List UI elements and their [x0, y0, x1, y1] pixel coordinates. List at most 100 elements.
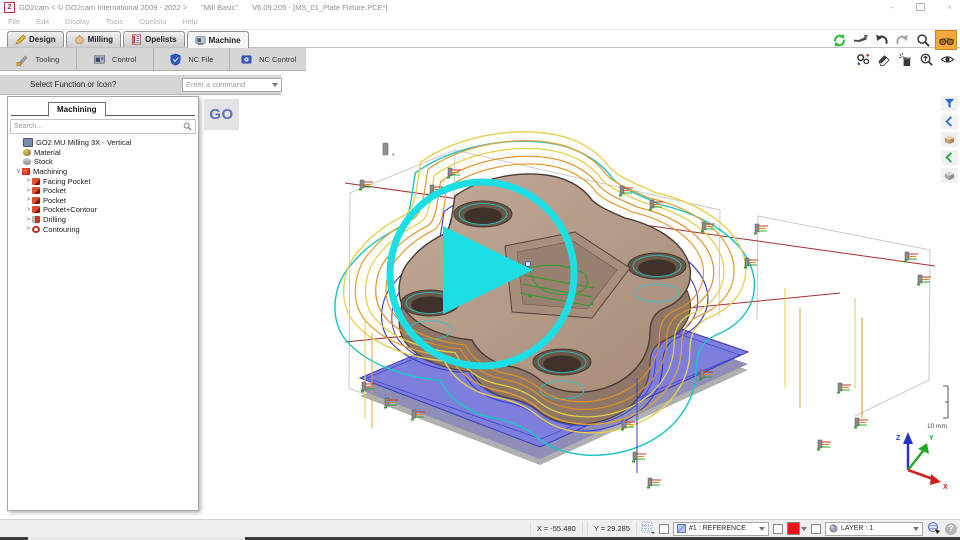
menu-edit[interactable]: Edit: [28, 17, 57, 26]
nc-file-icon: [169, 53, 182, 66]
tree-item-pocket-2[interactable]: >Pocket: [10, 196, 196, 206]
color-swatch[interactable]: [787, 522, 800, 535]
nc-file-button[interactable]: NC File: [154, 48, 231, 70]
expander-icon[interactable]: v: [15, 169, 22, 175]
expander-icon[interactable]: >: [25, 226, 32, 232]
tree-item-machining[interactable]: v Machining: [10, 167, 196, 177]
expander-icon[interactable]: >: [25, 178, 32, 184]
refresh-icon[interactable]: [830, 32, 849, 49]
tab-opelists[interactable]: Opelists: [123, 31, 185, 47]
redo-icon[interactable]: [893, 32, 912, 49]
tool-label: NC Control: [259, 55, 296, 64]
tree-item-pocket-contour[interactable]: > Pocket+Contour: [10, 205, 196, 215]
search-icon: [183, 122, 192, 131]
control-button[interactable]: Control: [77, 48, 154, 70]
nc-control-button[interactable]: NC Control: [230, 48, 306, 70]
tree-item-label: Pocket+Contour: [43, 205, 97, 214]
chevron-down-icon: [801, 527, 807, 531]
tree-item-contouring[interactable]: > Contouring: [10, 224, 196, 234]
status-bar: X =-55.480 Y =29.285 #1 : REFERENCE LAYE…: [0, 519, 960, 537]
tool-note-label: x: [392, 152, 395, 158]
tooling-icon: [16, 53, 29, 66]
caliper-icon[interactable]: [851, 32, 870, 49]
clean-icon[interactable]: [896, 51, 915, 68]
tab-label: Opelists: [145, 35, 177, 44]
tree-item-stock[interactable]: Stock: [10, 157, 196, 167]
chevron-down-icon: [272, 83, 278, 87]
opelists-icon: [131, 34, 142, 45]
zoom-fit-icon[interactable]: [917, 51, 936, 68]
zoom-icon[interactable]: [914, 32, 933, 49]
tree-item-machine[interactable]: GO2 MU Milling 3X - Vertical: [10, 138, 196, 148]
machining-tree: GO2 MU Milling 3X - Vertical Material St…: [10, 138, 196, 234]
axis-y-label: Y: [929, 435, 934, 442]
reference-checkbox[interactable]: [773, 524, 783, 534]
tree-item-label: Stock: [34, 157, 53, 166]
view-sphere-icon[interactable]: [927, 521, 941, 537]
expander-icon[interactable]: >: [25, 217, 32, 223]
collapse-green-icon[interactable]: [941, 150, 958, 165]
menu-file[interactable]: File: [0, 17, 28, 26]
tree-item-pocket-1[interactable]: > Pocket: [10, 186, 196, 196]
menu-tools[interactable]: Tools: [98, 17, 132, 26]
layer-select[interactable]: LAYER : 1: [825, 522, 923, 536]
undo-icon[interactable]: [872, 32, 891, 49]
chevron-down-icon: [759, 527, 765, 531]
axis-x-label: X: [943, 484, 948, 491]
tree-item-label: Contouring: [43, 225, 80, 234]
reference-value: #1 : REFERENCE: [689, 525, 756, 532]
tree-item-drilling[interactable]: >Drilling: [10, 215, 196, 225]
solid-view-icon[interactable]: [941, 132, 958, 147]
milling-icon: [74, 34, 85, 45]
tree-item-label: Pocket: [43, 186, 66, 195]
chevron-down-icon: [913, 527, 919, 531]
close-button[interactable]: ×: [947, 3, 952, 12]
tab-machining-panel[interactable]: Machining: [48, 102, 106, 117]
tool-label: Tooling: [35, 55, 59, 64]
expander-icon[interactable]: >: [25, 188, 32, 194]
tab-design[interactable]: Design: [7, 31, 64, 47]
maximize-button[interactable]: [916, 3, 925, 11]
pocket-icon: [32, 197, 40, 204]
collapse-blue-icon[interactable]: [941, 114, 958, 129]
tab-milling[interactable]: Milling: [66, 31, 121, 47]
layer-checkbox[interactable]: [811, 524, 821, 534]
menu-display[interactable]: Display: [57, 17, 98, 26]
contouring-icon: [32, 226, 40, 233]
go-logo-button[interactable]: GO: [204, 99, 239, 130]
scale-ruler: 10 mm: [927, 386, 948, 430]
tooling-button[interactable]: Tooling: [0, 48, 77, 70]
reference-icon: [677, 524, 686, 533]
reference-select[interactable]: #1 : REFERENCE: [673, 522, 769, 536]
color-picker[interactable]: [787, 522, 807, 535]
y-value: 29.285: [607, 524, 630, 533]
tree-item-facing-pocket[interactable]: >Facing Pocket: [10, 176, 196, 186]
filter-icon[interactable]: [941, 96, 958, 111]
grid-checkbox[interactable]: [659, 524, 669, 534]
tree-item-label: Material: [34, 148, 61, 157]
search-input[interactable]: Search...: [10, 119, 196, 134]
design-icon: [15, 34, 26, 45]
tree-item-label: GO2 MU Milling 3X - Vertical: [36, 138, 131, 147]
expander-icon[interactable]: >: [25, 207, 32, 213]
tree-item-material[interactable]: Material: [10, 148, 196, 158]
view-toolbar: [854, 51, 957, 68]
menu-opelists[interactable]: Opelists: [131, 17, 174, 26]
expander-icon[interactable]: >: [25, 197, 32, 203]
stock-view-icon[interactable]: [941, 168, 958, 183]
tab-machine[interactable]: Machine: [187, 31, 249, 48]
command-label: Select Function or Icon?: [30, 80, 116, 89]
viewport-canvas[interactable]: x 10 mm Z Y X: [200, 88, 958, 518]
search-placeholder: Search...: [14, 123, 42, 130]
glasses-icon[interactable]: [935, 30, 957, 50]
help-button[interactable]: ?: [945, 523, 957, 535]
simulation-icon[interactable]: [854, 51, 873, 68]
eye-icon[interactable]: [938, 51, 957, 68]
axis-triad: Z Y X: [896, 432, 948, 491]
minimize-button[interactable]: –: [890, 3, 894, 12]
layer-icon: [829, 524, 838, 533]
tree-item-label: Machining: [33, 167, 67, 176]
eraser-icon[interactable]: [875, 51, 894, 68]
grid-toggle-icon[interactable]: [641, 521, 655, 536]
menu-help[interactable]: Help: [174, 17, 205, 26]
